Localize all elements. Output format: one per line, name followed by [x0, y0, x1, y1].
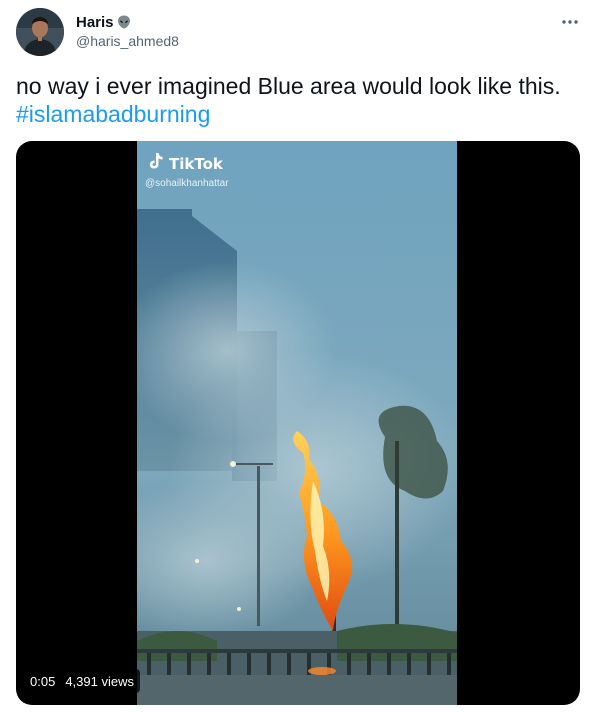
video-still — [137, 141, 457, 705]
tiktok-brand: TikTok — [169, 154, 223, 173]
tiktok-note-icon — [147, 151, 165, 176]
tweet-body: no way i ever imagined Blue area would l… — [16, 73, 561, 99]
tweet-text: no way i ever imagined Blue area would l… — [16, 72, 586, 128]
tiktok-watermark: TikTok — [147, 151, 223, 176]
author-handle[interactable]: @haris_ahmed8 — [76, 33, 179, 49]
author-display-name[interactable]: Haris — [76, 14, 114, 31]
avatar-image — [16, 8, 64, 56]
video-player[interactable]: TikTok @sohailkhanhattar 0:05 4,391 view… — [16, 141, 580, 705]
hashtag-link[interactable]: #islamabadburning — [16, 100, 586, 128]
more-icon[interactable] — [558, 12, 582, 32]
video-stats-overlay: 0:05 4,391 views — [24, 669, 140, 693]
alien-icon — [116, 14, 132, 30]
video-time: 0:05 — [30, 673, 56, 689]
video-frame[interactable]: TikTok @sohailkhanhattar — [137, 141, 457, 705]
avatar[interactable] — [16, 8, 64, 56]
author-name-row[interactable]: Haris — [76, 12, 132, 32]
view-count: 4,391 views — [65, 673, 134, 689]
tiktok-username: @sohailkhanhattar — [145, 178, 229, 189]
tweet: Haris @haris_ahmed8 no way i ever imagin… — [0, 0, 602, 712]
